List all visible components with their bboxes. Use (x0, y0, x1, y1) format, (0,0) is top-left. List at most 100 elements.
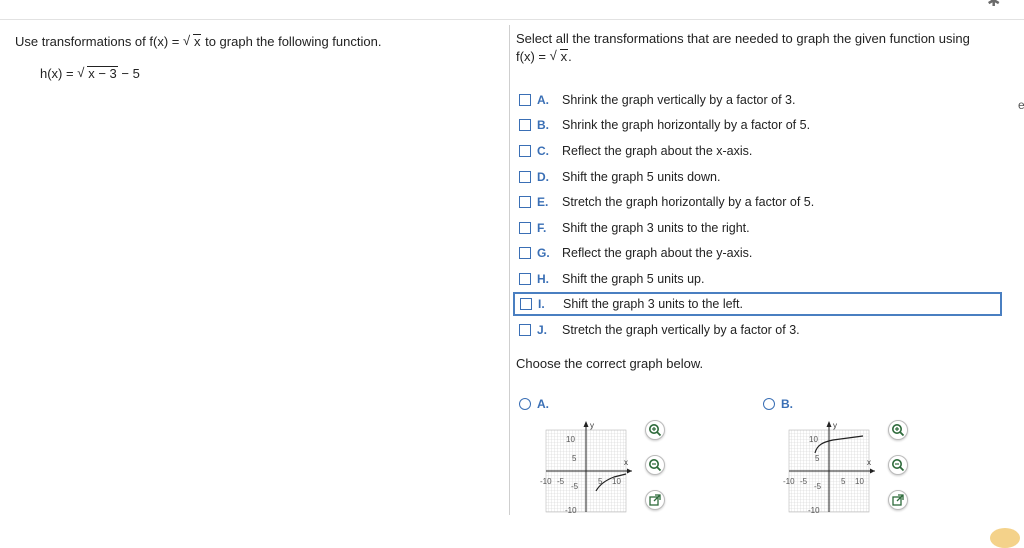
option-text: Stretch the graph horizontally by a fact… (562, 195, 815, 210)
function-rhs: − 5 (117, 66, 140, 81)
question-text: Use transformations of f(x) = √ x to grap… (15, 33, 382, 49)
graph-letter: A. (537, 397, 549, 411)
x-label: x (867, 458, 871, 467)
zoom-in-icon[interactable] (645, 420, 665, 440)
sqrt-symbol: √ x (549, 48, 569, 64)
prompt-line: Select all the transformations that are … (516, 31, 970, 46)
sqrt-symbol: √ x (182, 33, 202, 49)
tick-label: -10 (540, 477, 552, 486)
tick-label: 10 (855, 477, 864, 486)
checkbox[interactable] (519, 221, 531, 234)
tick-label: -5 (800, 477, 808, 486)
option-i[interactable]: I. Shift the graph 3 units to the left. (513, 291, 1002, 316)
option-letter: C. (537, 143, 549, 158)
choose-graph-label: Choose the correct graph below. (516, 356, 704, 371)
zoom-out-icon[interactable] (645, 455, 665, 475)
x-label: x (624, 458, 628, 467)
x-axis-arrow (627, 468, 632, 474)
option-text: Shift the graph 3 units to the left. (563, 296, 743, 311)
checkbox[interactable] (519, 170, 531, 183)
checkbox[interactable] (519, 144, 531, 157)
option-letter: A. (537, 92, 549, 107)
x-axis-arrow (870, 468, 875, 474)
y-label: y (833, 421, 837, 430)
sqrt-symbol: √ x − 3 (77, 65, 118, 81)
option-letter: F. (537, 220, 547, 235)
tick-label: -5 (557, 477, 565, 486)
sqrt-radicand: x (559, 49, 569, 64)
header-divider (0, 19, 1024, 20)
option-text: Reflect the graph about the y-axis. (562, 246, 753, 261)
checkbox[interactable] (520, 297, 532, 310)
tick-label: 10 (809, 435, 818, 444)
checkbox[interactable] (519, 272, 531, 285)
option-text: Shrink the graph horizontally by a facto… (562, 118, 811, 133)
radio-button[interactable] (519, 398, 531, 410)
sqrt-radicand: x (192, 34, 202, 49)
function-lhs: h(x) = (40, 66, 78, 81)
checkbox[interactable] (519, 93, 531, 106)
option-j[interactable]: J. Stretch the graph vertically by a fact… (514, 317, 1004, 343)
tick-label: -10 (808, 506, 820, 514)
option-text: Reflect the graph about the x-axis. (562, 143, 753, 158)
option-c[interactable]: C. Reflect the graph about the x-axis. (514, 138, 1004, 164)
checkbox[interactable] (519, 247, 531, 260)
tick-label: 10 (566, 435, 575, 444)
question-prefix: Use transformations of f(x) = (15, 34, 183, 49)
tick-label: 5 (815, 454, 820, 463)
tick-label: 5 (598, 477, 603, 486)
radio-button[interactable] (763, 398, 775, 410)
graph-choice-b[interactable]: B. (763, 397, 793, 411)
prompt-line-2: f(x) = √ x. (516, 48, 996, 66)
option-d[interactable]: D. Shift the graph 5 units down. (514, 164, 1004, 190)
option-h[interactable]: H. Shift the graph 5 units up. (514, 266, 1004, 292)
select-prompt: Select all the transformations that are … (516, 30, 996, 66)
option-letter: B. (537, 118, 549, 133)
zoom-in-icon[interactable] (888, 420, 908, 440)
tick-label: 10 (612, 477, 621, 486)
option-f[interactable]: F. Shift the graph 3 units to the right. (514, 215, 1004, 241)
option-text: Shift the graph 5 units up. (562, 271, 705, 286)
option-letter: J. (537, 322, 548, 337)
graph-b: y x 10 5 -5 -10 -10 -5 5 10 (783, 421, 875, 514)
option-text: Shift the graph 5 units down. (562, 169, 721, 184)
gear-icon[interactable]: ✱ (987, 0, 1007, 10)
option-letter: H. (537, 271, 549, 286)
option-text: Shift the graph 3 units to the right. (562, 220, 750, 235)
option-g[interactable]: G. Reflect the graph about the y-axis. (514, 241, 1004, 267)
prompt-fx: f(x) = (516, 49, 550, 64)
edge-fragment: e (1018, 98, 1024, 112)
graph-a: y x 10 5 -5 -10 -10 -5 5 10 (540, 421, 632, 514)
option-letter: I. (538, 296, 545, 311)
tick-label: -10 (565, 506, 577, 514)
option-letter: D. (537, 169, 549, 184)
option-b[interactable]: B. Shrink the graph horizontally by a fac… (514, 113, 1004, 139)
zoom-out-icon[interactable] (888, 455, 908, 475)
option-a[interactable]: A. Shrink the graph vertically by a facto… (514, 87, 1004, 113)
option-letter: E. (537, 195, 549, 210)
function-expression: h(x) = √ x − 3 − 5 (40, 65, 140, 81)
tick-label: -10 (783, 477, 795, 486)
y-axis-arrow (826, 421, 832, 427)
option-text: Stretch the graph vertically by a factor… (562, 322, 800, 337)
corner-badge[interactable] (990, 528, 1020, 548)
tick-label: 5 (841, 477, 846, 486)
tick-label: 5 (572, 454, 577, 463)
y-label: y (590, 421, 594, 430)
tick-label: -5 (814, 482, 822, 491)
popout-icon[interactable] (888, 490, 908, 510)
checkbox[interactable] (519, 196, 531, 209)
graph-choice-a[interactable]: A. (519, 397, 549, 411)
checkbox[interactable] (519, 119, 531, 132)
checkbox[interactable] (519, 323, 531, 336)
option-e[interactable]: E. Stretch the graph horizontally by a fa… (514, 189, 1004, 215)
options-list: A. Shrink the graph vertically by a facto… (513, 87, 1004, 343)
panel-divider (509, 25, 510, 515)
option-letter: G. (537, 246, 550, 261)
option-text: Shrink the graph vertically by a factor … (562, 92, 796, 107)
popout-icon[interactable] (645, 490, 665, 510)
question-suffix: to graph the following function. (201, 34, 382, 49)
prompt-end: . (568, 49, 572, 64)
y-axis-arrow (583, 421, 589, 427)
sqrt-radicand: x − 3 (87, 66, 118, 81)
